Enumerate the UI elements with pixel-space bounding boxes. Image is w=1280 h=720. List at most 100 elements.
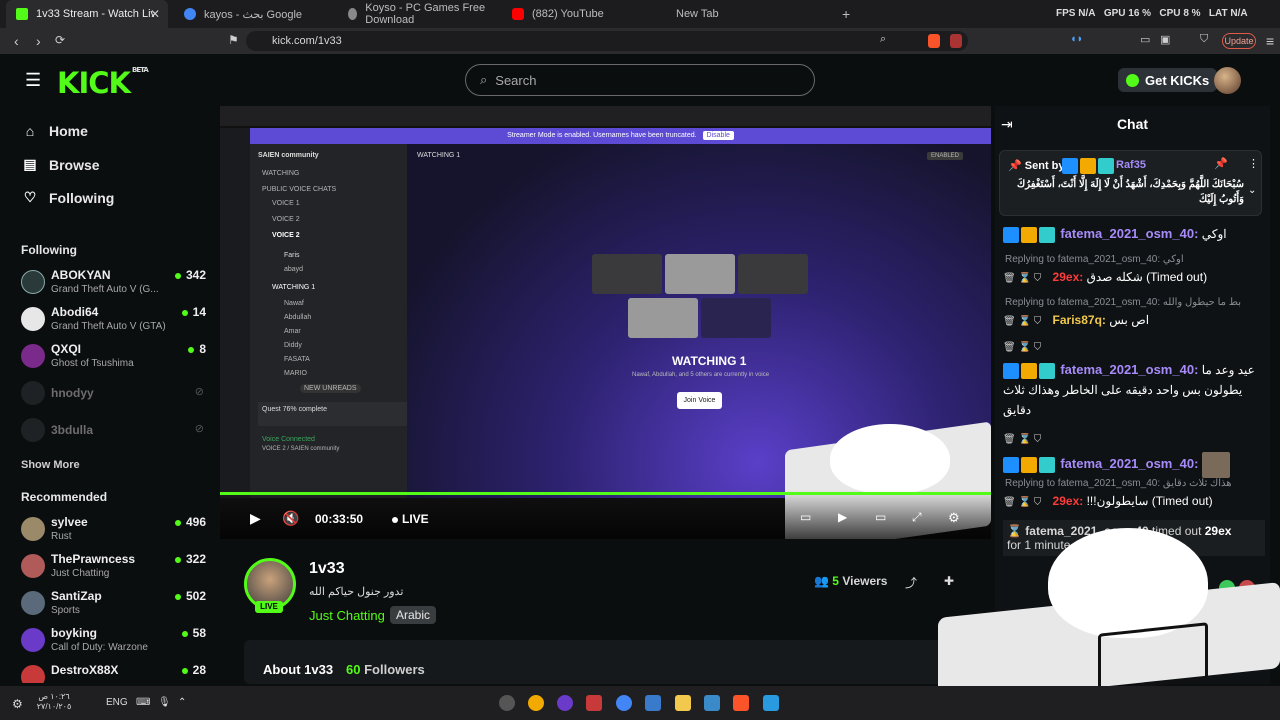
kick-favicon-icon — [16, 8, 28, 20]
unpin-icon[interactable]: 📌 — [1214, 157, 1228, 170]
channel-name: boyking — [51, 626, 98, 640]
wallet-icon[interactable]: ▣ — [1160, 33, 1170, 46]
search-input[interactable]: ⌕ Search — [465, 64, 815, 96]
sidebar-item-browse[interactable]: ▤ Browse — [21, 156, 99, 173]
mod-actions-icon[interactable]: 🗑 ⌛ ⛉ — [1003, 342, 1258, 353]
bookmark-icon[interactable]: ⚑ — [228, 33, 239, 47]
vscode-taskbar-icon[interactable] — [704, 695, 720, 711]
store-taskbar-icon[interactable] — [645, 695, 661, 711]
menu-icon[interactable]: ≡ — [1266, 33, 1274, 49]
following-section-title: Following — [21, 243, 77, 257]
sidebar-item-following[interactable]: ♡ Following — [21, 189, 115, 206]
more-options-icon[interactable]: ⋮ — [1248, 157, 1259, 170]
clock[interactable]: ١٠:٢٦ ص ٢٧/١٠/٢٠٥ — [30, 692, 78, 712]
tab-google[interactable]: kayos - بحث Google — [174, 0, 334, 28]
chat-username[interactable]: fatema_2021_osm_40 — [1060, 362, 1194, 377]
taskbar-app-icon[interactable] — [528, 695, 544, 711]
browser-tab-bar: 1v33 Stream - Watch Live on Kick ✕ kayos… — [0, 0, 1280, 28]
network-icon[interactable]: ⚙ — [12, 697, 23, 711]
badge-icon — [1003, 457, 1019, 473]
tab-kick[interactable]: 1v33 Stream - Watch Live on Kick ✕ — [6, 0, 168, 28]
following-channel-offline[interactable]: 3bdulla ⊘ — [21, 414, 206, 448]
user-avatar[interactable] — [1214, 67, 1241, 94]
share-icon[interactable]: ⤴ — [905, 574, 917, 591]
channel-game: Just Chatting — [51, 568, 110, 579]
mute-icon[interactable]: 🔇 — [282, 510, 299, 527]
following-channel-abokyan[interactable]: ABOKYAN Grand Theft Auto V (G... 342 — [21, 266, 206, 300]
member-item: Abdullah — [284, 314, 312, 321]
keyboard-icon[interactable]: ⌨ — [136, 697, 150, 708]
extension-icon[interactable]: ◖◗ — [1070, 33, 1083, 45]
back-icon[interactable]: ‹ — [14, 33, 19, 49]
update-button[interactable]: Update — [1222, 33, 1256, 49]
following-channel-qxqi[interactable]: QXQI Ghost of Tsushima 8 — [21, 340, 206, 374]
sidebar-item-home[interactable]: ⌂ Home — [21, 123, 88, 139]
chat-username[interactable]: fatema_2021_osm_40 — [1060, 226, 1194, 241]
mod-actions-icon[interactable]: 🗑 ⌛ ⛉ — [1003, 434, 1258, 445]
recommended-channel[interactable]: SantiZap Sports 502 — [21, 587, 206, 621]
google-favicon-icon — [184, 8, 196, 20]
chat-username[interactable]: fatema_2021_osm_40 — [1060, 456, 1194, 471]
follow-icon[interactable]: ✚ — [944, 574, 954, 588]
tab-title: New Tab — [676, 8, 719, 20]
address-bar-row: ‹ › ⟳ ⚑ kick.com/1v33 ⌕ ◖◗ ▭ ▣ ⛉ Update … — [0, 28, 1280, 54]
recommended-channel[interactable]: boyking Call of Duty: Warzone 58 — [21, 624, 206, 658]
chrome-taskbar-icon[interactable] — [616, 695, 632, 711]
file-explorer-icon[interactable] — [675, 695, 691, 711]
url-field[interactable]: kick.com/1v33 — [246, 31, 968, 51]
forward-icon[interactable]: › — [36, 33, 41, 49]
viewer-count: 502 — [175, 589, 206, 603]
stream-category[interactable]: Just Chatting — [309, 608, 385, 623]
pinned-message[interactable]: 📌 Sent by Raf35 📌 ⋮ سُبْحَانَكَ اللَّهُم… — [999, 150, 1262, 216]
perf-overlay: FPS N/A GPU 16 % CPU 8 % LAT N/A — [1056, 8, 1248, 19]
mod-actions-icon: 🗑 ⌛ ⛉ — [1003, 497, 1042, 508]
streamer-name[interactable]: 1v33 — [309, 560, 345, 578]
taskbar-app-icon[interactable] — [586, 695, 602, 711]
taskbar-app-icon[interactable] — [557, 695, 573, 711]
pip-icon[interactable]: ▭ — [875, 510, 886, 524]
clip-icon[interactable]: ▶ — [838, 510, 847, 524]
brave-rewards-icon[interactable] — [950, 34, 962, 48]
new-tab-button[interactable]: + — [832, 0, 852, 28]
pinned-text: سُبْحَانَكَ اللَّهُمَّ وَبِحَمْدِكَ، أَش… — [1016, 179, 1244, 205]
kick-logo[interactable]: KICK BETA — [57, 66, 149, 100]
fullscreen-icon[interactable]: ⤢ — [912, 510, 922, 525]
stream-language-tag[interactable]: Arabic — [390, 606, 437, 624]
reload-icon[interactable]: ⟳ — [55, 33, 65, 47]
brave-shield-icon[interactable] — [928, 34, 940, 48]
progress-bar[interactable] — [220, 492, 991, 495]
following-channel-abodi64[interactable]: Abodi64 Grand Theft Auto V (GTA) 14 — [21, 303, 206, 337]
zoom-icon[interactable]: ⌕ — [880, 33, 886, 46]
tab-new-tab[interactable]: New Tab — [666, 0, 826, 28]
windows-start-icon[interactable] — [763, 695, 779, 711]
tab-koyso[interactable]: Koyso - PC Games Free Download — [338, 0, 498, 28]
get-kicks-button[interactable]: Get KICKs — [1118, 68, 1218, 92]
language-indicator[interactable]: ENG — [106, 697, 128, 708]
vpn-icon[interactable]: ⛉ — [1200, 33, 1208, 46]
brave-taskbar-icon[interactable] — [733, 695, 749, 711]
chevron-up-icon[interactable]: ⌃ — [178, 697, 186, 708]
following-channel-offline[interactable]: hnodyy ⊘ — [21, 377, 206, 411]
recommended-channel[interactable]: ThePrawncess Just Chatting 322 — [21, 550, 206, 584]
chevron-down-icon[interactable]: ⌄ — [1248, 185, 1256, 196]
mic-icon[interactable]: 🎙 — [158, 697, 171, 708]
sub-badge-icon — [1039, 362, 1055, 379]
taskbar-app-icon[interactable] — [499, 695, 515, 711]
recommended-channel[interactable]: sylvee Rust 496 — [21, 513, 206, 547]
pinned-user[interactable]: Raf35 — [1116, 159, 1146, 171]
theater-icon[interactable]: ▭ — [800, 510, 811, 524]
channel-item: VOICE 2 — [272, 216, 300, 223]
chat-username[interactable]: Faris87q — [1053, 313, 1102, 327]
hamburger-menu-icon[interactable]: ☰ — [25, 70, 41, 91]
chat-username[interactable]: 29ex — [1053, 494, 1080, 508]
play-icon[interactable]: ▶ — [250, 510, 261, 527]
offline-icon: ⊘ — [194, 386, 204, 398]
video-player[interactable]: Streamer Mode is enabled. Usernames have… — [220, 106, 991, 539]
recommended-channel[interactable]: DestroX88X 28 — [21, 661, 206, 683]
show-more-link[interactable]: Show More — [21, 459, 80, 471]
sidebar-toggle-icon[interactable]: ▭ — [1140, 33, 1150, 46]
settings-gear-icon[interactable]: ⚙ — [948, 510, 960, 526]
chat-username[interactable]: 29ex — [1053, 270, 1080, 284]
tab-youtube[interactable]: (882) YouTube — [502, 0, 662, 28]
close-tab-icon[interactable]: ✕ — [150, 7, 160, 21]
